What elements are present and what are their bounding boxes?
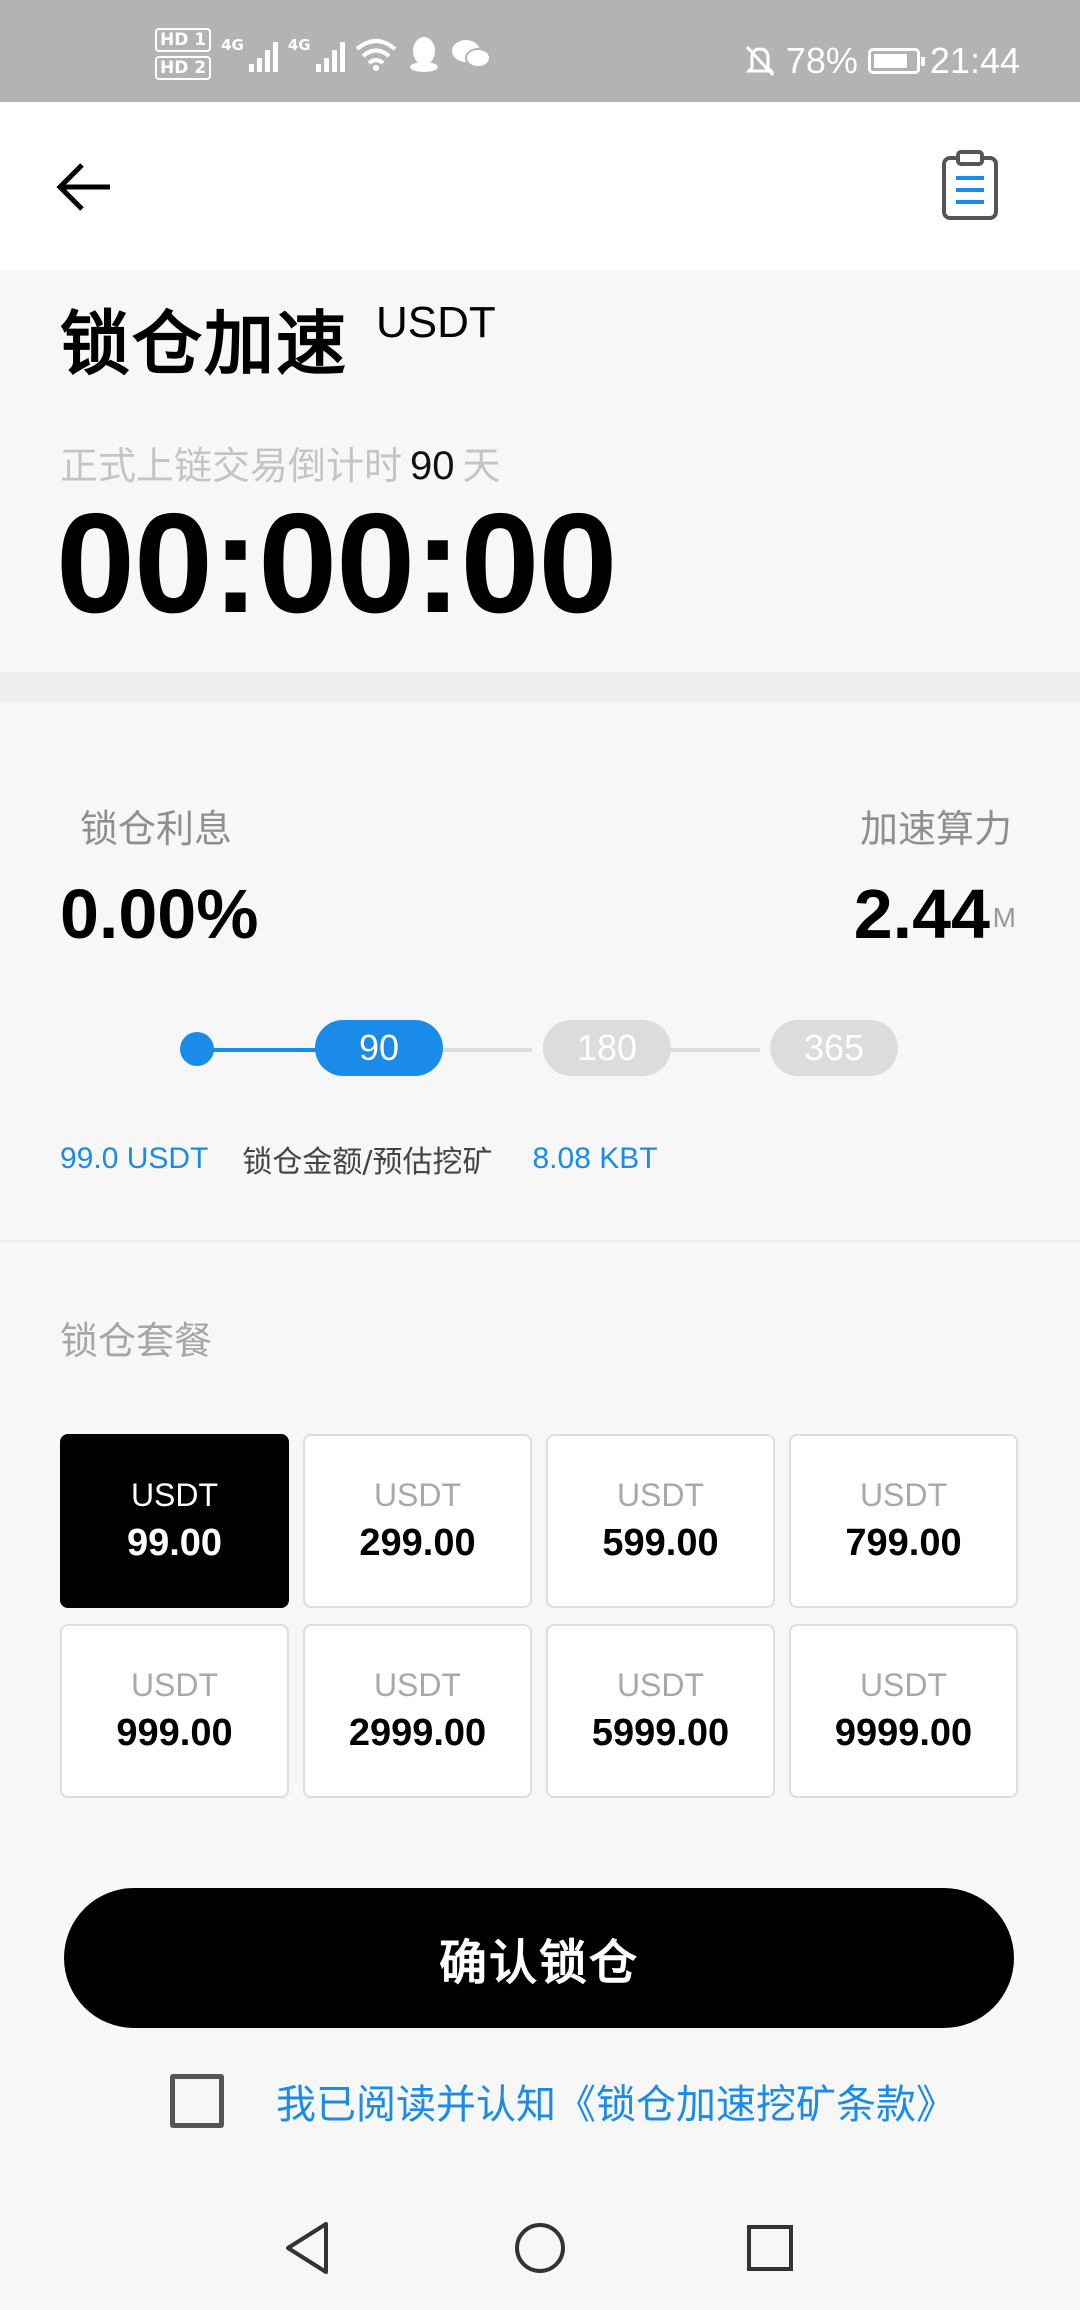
package-currency: USDT	[373, 1477, 462, 1513]
qq-icon	[409, 37, 438, 72]
confirm-lock-button[interactable]: 确认锁仓	[64, 1888, 1014, 2028]
wifi-icon	[355, 39, 396, 71]
nav-recents-button[interactable]	[740, 2218, 800, 2278]
square-recents-icon	[747, 2225, 793, 2271]
summary-row: 99.0 USDT 锁仓金额/预估挖矿 8.08 KBT	[60, 1137, 1020, 1181]
package-amount: 9999.00	[834, 1712, 973, 1754]
hashrate-value: 2.44	[853, 875, 990, 953]
package-amount: 2999.00	[348, 1712, 487, 1754]
period-option-90[interactable]: 90	[315, 1020, 443, 1076]
slider-track	[442, 1048, 532, 1052]
records-button[interactable]	[940, 150, 1000, 222]
back-button[interactable]	[50, 152, 120, 222]
mute-bell-icon	[745, 45, 775, 77]
status-bar: HD 1 HD 2 4G 4G 78% 21:44	[0, 0, 1080, 102]
package-amount: 999.00	[116, 1712, 233, 1754]
triangle-back-icon	[286, 2222, 328, 2274]
hashrate-unit: M	[992, 902, 1016, 933]
package-amount: 5999.00	[591, 1712, 730, 1754]
package-currency: USDT	[130, 1667, 219, 1703]
slider-track	[670, 1048, 760, 1052]
period-option-365[interactable]: 365	[770, 1020, 898, 1076]
package-option[interactable]: USDT 5999.00	[546, 1624, 775, 1798]
agreement-row: 我已阅读并认知《锁仓加速挖矿条款》	[170, 2072, 956, 2130]
page-currency: USDT	[376, 298, 496, 347]
section-divider	[0, 672, 1080, 702]
hashrate-label: 加速算力	[859, 807, 1012, 851]
package-currency: USDT	[130, 1477, 219, 1513]
package-amount: 299.00	[359, 1522, 476, 1564]
period-slider[interactable]: 90 180 365	[180, 1020, 900, 1080]
nav-back-button[interactable]	[280, 2218, 340, 2278]
agreement-checkbox[interactable]	[170, 2074, 224, 2128]
package-option[interactable]: USDT 599.00	[546, 1434, 775, 1608]
page-title: 锁仓加速	[60, 303, 348, 385]
package-amount: 599.00	[602, 1522, 719, 1564]
hd1-badge: HD 1	[155, 28, 212, 52]
nav-home-button[interactable]	[510, 2218, 570, 2278]
title-section: 锁仓加速 USDT 正式上链交易倒计时 90 天 00:00:00	[0, 270, 1080, 672]
hd-indicators: HD 1 HD 2	[155, 28, 212, 80]
agreement-link[interactable]: 我已阅读并认知《锁仓加速挖矿条款》	[276, 2072, 956, 2130]
package-currency: USDT	[859, 1477, 948, 1513]
countdown-timer: 00:00:00	[56, 484, 617, 643]
clipboard-icon	[942, 150, 998, 220]
packages-title: 锁仓套餐	[60, 1319, 213, 1363]
signal-1-icon: 4G	[221, 36, 278, 72]
summary-label: 锁仓金额/预估挖矿	[242, 1145, 493, 1180]
package-grid: USDT 99.00 USDT 299.00 USDT 599.00 USDT …	[60, 1434, 1020, 1798]
wechat-icon	[451, 40, 491, 68]
package-option[interactable]: USDT 2999.00	[303, 1624, 532, 1798]
interest-value: 0.00%	[60, 875, 259, 953]
top-app-bar	[0, 102, 1080, 270]
package-option[interactable]: USDT 99.00	[60, 1434, 289, 1608]
battery-icon	[867, 48, 925, 74]
system-nav-bar	[0, 2186, 1080, 2310]
lock-stats-section: 锁仓利息 加速算力 0.00% 2.44 M 90 180 365 99.0 U…	[0, 702, 1080, 1242]
status-right: 78% 21:44	[744, 40, 1020, 82]
circle-home-icon	[515, 2223, 565, 2273]
package-currency: USDT	[616, 1667, 705, 1703]
clock: 21:44	[929, 40, 1020, 81]
package-option[interactable]: USDT 999.00	[60, 1624, 289, 1798]
battery-percent: 78%	[785, 40, 858, 81]
package-option[interactable]: USDT 299.00	[303, 1434, 532, 1608]
package-amount: 99.00	[126, 1522, 223, 1564]
package-currency: USDT	[616, 1477, 705, 1513]
package-option[interactable]: USDT 799.00	[789, 1434, 1018, 1608]
period-option-180[interactable]: 180	[543, 1020, 671, 1076]
interest-label: 锁仓利息	[80, 807, 233, 851]
slider-handle[interactable]	[180, 1032, 214, 1066]
lock-amount: 99.0 USDT	[60, 1142, 209, 1175]
package-currency: USDT	[373, 1667, 462, 1703]
package-currency: USDT	[859, 1667, 948, 1703]
package-option[interactable]: USDT 9999.00	[789, 1624, 1018, 1798]
hd2-badge: HD 2	[155, 56, 212, 80]
package-amount: 799.00	[845, 1522, 962, 1564]
estimated-mining: 8.08 KBT	[532, 1142, 658, 1175]
status-left: HD 1 HD 2 4G 4G	[155, 28, 491, 80]
arrow-left-icon	[56, 163, 110, 211]
signal-2-icon: 4G	[288, 36, 345, 72]
